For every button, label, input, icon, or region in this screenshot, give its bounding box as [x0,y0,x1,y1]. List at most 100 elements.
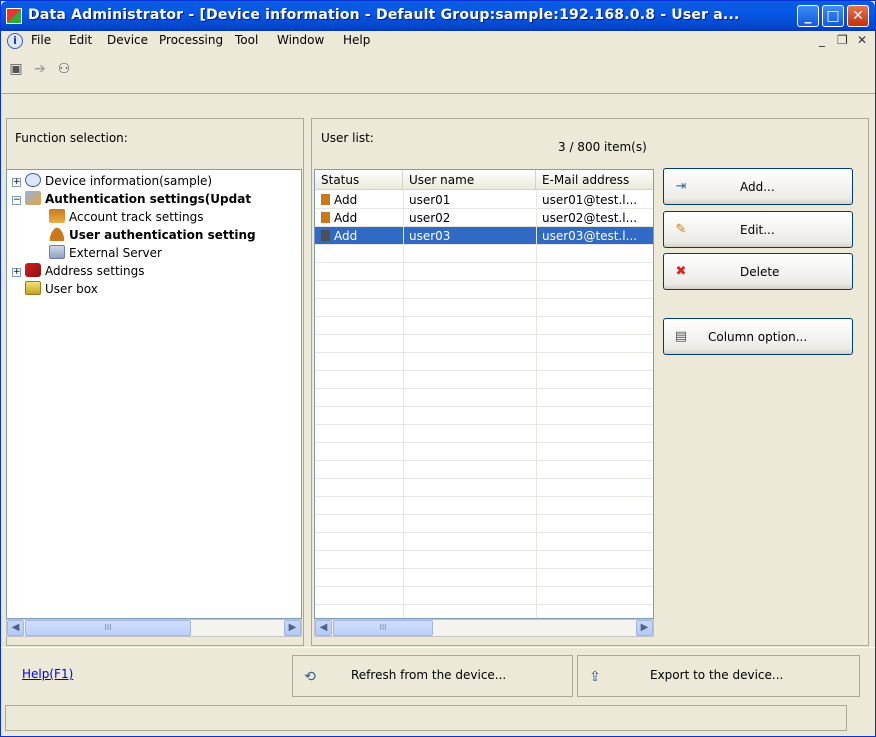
tree-item-device-information[interactable]: Device information(sample) [25,172,212,190]
grid-line [315,298,653,299]
maximize-button[interactable]: □ [822,5,844,27]
server-icon [49,245,65,259]
status-cell: Add [315,209,403,227]
delete-button[interactable]: ✖ Delete [663,253,853,290]
status-bar [5,705,847,731]
status-text: Add [334,211,358,225]
grid-line [315,406,653,407]
refresh-device-icon: ⟲ [304,669,316,685]
column-option-label: Column option... [708,330,808,344]
grid-line [315,244,653,245]
user-name-cell: user01 [409,193,451,207]
scroll-thumb[interactable]: III [25,620,191,636]
authentication-icon [25,191,41,205]
window-title: Data Administrator - [Device information… [28,7,740,23]
mdi-restore-button[interactable]: ❐ [837,33,848,47]
column-status[interactable]: Status [315,170,403,190]
tree-item-user-authentication-settings[interactable]: User authentication setting [49,226,256,244]
tree-item-address-settings[interactable]: Address settings [25,262,144,280]
add-button[interactable]: ⇥ Add... [663,168,853,205]
scroll-right-icon[interactable]: ▶ [636,620,653,636]
menu-edit[interactable]: Edit [69,33,92,47]
tree-item-external-server[interactable]: External Server [49,244,162,262]
scroll-left-icon[interactable]: ◀ [7,620,24,636]
menu-file[interactable]: File [31,33,51,47]
email-cell: user01@test.l... [542,193,638,207]
list-horizontal-scrollbar[interactable]: ◀ III ▶ [314,619,654,637]
menu-device[interactable]: Device [107,33,148,47]
user-name-cell: user03 [409,229,451,243]
column-option-button[interactable]: ▤ Column option... [663,318,853,355]
menu-processing[interactable]: Processing [159,33,223,47]
menu-tool[interactable]: Tool [235,33,258,47]
user-box-icon [25,281,41,295]
tree-horizontal-scrollbar[interactable]: ◀ III ▶ [6,619,302,637]
status-cell: Add [315,191,403,209]
tree-item-account-track-settings[interactable]: Account track settings [49,208,203,226]
edit-label: Edit... [740,223,775,237]
help-link[interactable]: Help(F1) [22,667,73,681]
menu-window[interactable]: Window [277,33,324,47]
device-icon[interactable]: ▣ [7,60,25,78]
grid-line [315,514,653,515]
grid-line [315,532,653,533]
menu-bar: i File Edit Device Processing Tool Windo… [1,31,875,51]
user-list-label: User list: [321,131,374,145]
function-selection-label: Function selection: [15,131,128,145]
scroll-left-icon[interactable]: ◀ [315,620,332,636]
grid-line [315,460,653,461]
column-user-name[interactable]: User name [403,170,536,190]
edit-button[interactable]: ✎ Edit... [663,211,853,248]
close-button[interactable]: ✕ [847,5,869,27]
status-text: Add [334,193,358,207]
title-bar[interactable]: Data Administrator - [Device information… [1,1,875,31]
tree-expander-device-info[interactable]: + [12,178,21,187]
edit-icon: ✎ [675,222,687,237]
minimize-button[interactable]: _ [797,5,819,27]
table-row-selected[interactable]: Add user03 user03@test.l... [315,227,653,245]
toolbar: ▣ ➔ ⚇ [1,52,875,94]
tree-item-label: User box [45,282,98,296]
account-track-icon [49,209,65,223]
grid-line [315,478,653,479]
app-window: Data Administrator - [Device information… [0,0,876,737]
grid-line [315,442,653,443]
grid-line [315,370,653,371]
info-icon [25,173,41,187]
tree-item-authentication-settings[interactable]: Authentication settings(Updat [25,190,251,208]
grid-line [315,568,653,569]
grid-line [536,190,537,618]
grid-line [315,496,653,497]
grid-line [315,586,653,587]
user-icon [321,194,330,205]
function-tree[interactable]: + Device information(sample) − Authentic… [6,169,302,619]
refresh-from-device-button[interactable]: ⟲ Refresh from the device... [292,655,573,697]
scroll-right-icon[interactable]: ▶ [284,620,301,636]
grid-line [315,316,653,317]
grid-line [315,388,653,389]
refresh-label: Refresh from the device... [351,668,507,682]
scroll-thumb[interactable]: III [333,620,433,636]
table-header: Status User name E-Mail address [315,170,653,190]
grid-line [403,190,404,618]
table-row[interactable]: Add user01 user01@test.l... [315,191,653,209]
export-to-device-button[interactable]: ⇪ Export to the device... [577,655,860,697]
grid-line [315,280,653,281]
tree-expander-address[interactable]: + [12,268,21,277]
tree-expander-authentication[interactable]: − [12,196,21,205]
user-icon [321,212,330,223]
mdi-minimize-button[interactable]: _ [819,33,825,47]
email-cell: user02@test.l... [542,211,638,225]
user-list-table[interactable]: Status User name E-Mail address Add user… [314,169,654,619]
user-name-cell: user02 [409,211,451,225]
grid-line [315,604,653,605]
mdi-close-button[interactable]: ✕ [857,33,867,47]
grid-line [315,208,653,209]
document-menu-icon[interactable]: i [7,33,23,49]
column-email[interactable]: E-Mail address [536,170,653,190]
export-device-icon: ⇪ [589,669,601,685]
tree-item-user-box[interactable]: User box [25,280,98,298]
users-icon[interactable]: ⚇ [55,60,73,78]
menu-help[interactable]: Help [343,33,370,47]
table-row[interactable]: Add user02 user02@test.l... [315,209,653,227]
